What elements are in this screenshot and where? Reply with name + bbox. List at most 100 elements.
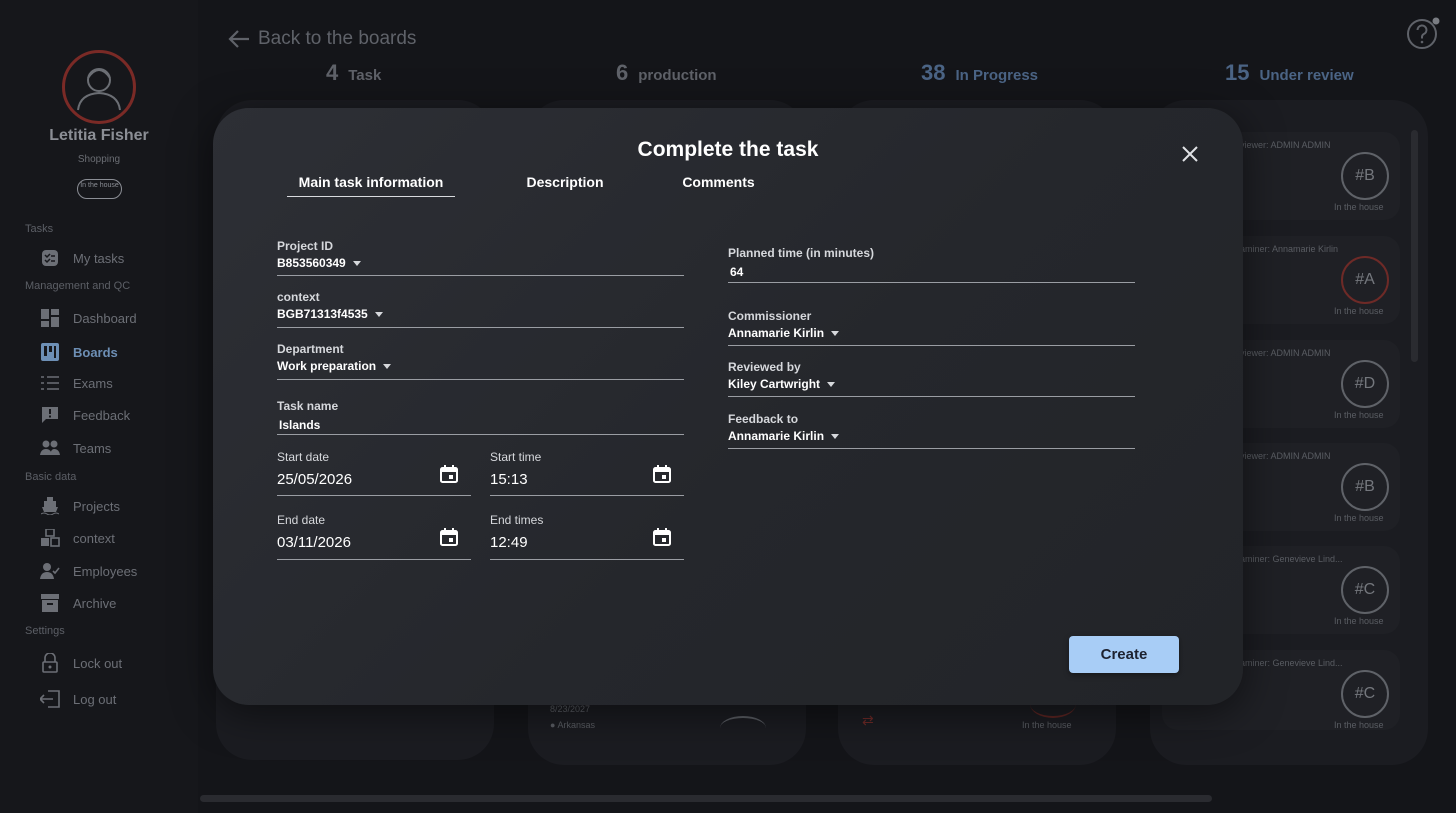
- field-value: Annamarie Kirlin: [728, 429, 825, 443]
- back-to-boards-link[interactable]: Back to the boards: [228, 28, 416, 50]
- field-value: Kiley Cartwright: [728, 377, 821, 391]
- dropdown-caret-icon: [827, 382, 836, 387]
- column-label: production: [638, 67, 717, 84]
- field-label: Project ID: [277, 239, 334, 253]
- sidebar-item-log-out[interactable]: Log out: [40, 688, 116, 710]
- calendar-icon[interactable]: [439, 464, 459, 484]
- column-count: 4: [326, 60, 339, 85]
- board-icon: [40, 342, 60, 362]
- field-label: Planned time (in minutes): [728, 246, 875, 260]
- sidebar-item-label: Employees: [73, 563, 138, 579]
- dropdown-caret-icon: [831, 331, 840, 336]
- dashboard-icon: [40, 308, 60, 328]
- help-icon[interactable]: [1406, 17, 1440, 49]
- checklist-icon: [40, 248, 60, 268]
- field-label: End times: [490, 513, 544, 527]
- column-header-under-review: 15 Under review: [1225, 60, 1354, 86]
- card-code-badge: #C: [1341, 670, 1389, 718]
- field-label: Commissioner: [728, 309, 812, 323]
- calendar-icon[interactable]: [439, 527, 459, 547]
- project-id-select[interactable]: Project ID B853560349: [277, 239, 684, 276]
- card-location: In the house: [1334, 306, 1384, 316]
- column-count: 6: [616, 60, 629, 85]
- sidebar-item-projects[interactable]: Projects: [40, 495, 120, 517]
- card-location: In the house: [1334, 513, 1384, 523]
- close-icon: [1182, 146, 1198, 162]
- feedback-to-select[interactable]: Feedback to Annamarie Kirlin: [728, 412, 1135, 449]
- horizontal-scrollbar[interactable]: [200, 795, 1212, 802]
- field-label: context: [277, 290, 320, 304]
- calendar-icon[interactable]: [652, 464, 672, 484]
- complete-task-dialog: Complete the task Main task information …: [213, 108, 1243, 705]
- ship-icon: [40, 496, 60, 516]
- close-button[interactable]: [1177, 141, 1203, 167]
- feedback-icon: [40, 405, 60, 425]
- people-icon: [40, 438, 60, 458]
- sidebar-item-label: Boards: [73, 344, 118, 360]
- user-check-icon: [40, 561, 60, 581]
- card-reviewer: aminer: Genevieve Lind...: [1240, 658, 1343, 668]
- card-code-badge: #A: [1341, 256, 1389, 304]
- card-date: 8/23/2027: [550, 704, 591, 714]
- section-basic-data: Basic data: [25, 471, 77, 483]
- sidebar-item-label: Teams: [73, 440, 112, 456]
- field-value: BGB71313f4535: [277, 307, 368, 321]
- sidebar-item-archive[interactable]: Archive: [40, 592, 116, 614]
- sidebar-item-boards[interactable]: Boards: [40, 341, 118, 363]
- sidebar-item-teams[interactable]: Teams: [40, 437, 111, 459]
- user-role: Shopping: [77, 154, 121, 165]
- card-reviewer: aminer: Annamarie Kirlin: [1240, 244, 1339, 254]
- sidebar-item-dashboard[interactable]: Dashboard: [40, 307, 137, 329]
- end-date-picker[interactable]: End date 03/11/2026: [277, 513, 471, 560]
- sync-icon: ⇄: [862, 712, 874, 728]
- card-location: In the house: [1022, 720, 1072, 730]
- section-tasks: Tasks: [25, 223, 54, 235]
- sidebar-item-my-tasks[interactable]: My tasks: [40, 247, 124, 269]
- context-select[interactable]: context BGB71313f4535: [277, 290, 684, 328]
- sidebar-item-exams[interactable]: Exams: [40, 372, 113, 394]
- reviewed-by-select[interactable]: Reviewed by Kiley Cartwright: [728, 360, 1135, 397]
- sidebar-item-feedback[interactable]: Feedback: [40, 404, 130, 426]
- column-count: 15: [1225, 60, 1250, 85]
- planned-time-input[interactable]: Planned time (in minutes) 64: [728, 246, 1135, 283]
- column-label: In Progress: [955, 67, 1039, 84]
- tab-main-task-information[interactable]: Main task information: [287, 174, 455, 197]
- sidebar-item-label: Dashboard: [73, 310, 137, 326]
- sidebar-item-context[interactable]: context: [40, 527, 115, 549]
- sidebar-item-label: Archive: [73, 595, 117, 611]
- sidebar-item-label: My tasks: [73, 250, 125, 266]
- task-name-input[interactable]: Task name Islands: [277, 399, 684, 435]
- tab-comments[interactable]: Comments: [671, 174, 766, 190]
- sidebar-item-label: Exams: [73, 375, 113, 391]
- column-label: Task: [348, 67, 382, 84]
- dropdown-caret-icon: [383, 364, 392, 369]
- column-header-in-progress: 38 In Progress: [921, 60, 1038, 86]
- sidebar-item-lock-out[interactable]: Lock out: [40, 652, 122, 674]
- card-code-badge: #B: [1341, 463, 1389, 511]
- back-link-label: Back to the boards: [258, 28, 417, 49]
- field-value: Work preparation: [277, 359, 377, 373]
- card-reviewer: viewer: ADMIN ADMIN: [1240, 348, 1331, 358]
- start-time-picker[interactable]: Start time 15:13: [490, 450, 684, 496]
- avatar[interactable]: [62, 50, 136, 124]
- list-icon: [40, 373, 60, 393]
- commissioner-select[interactable]: Commissioner Annamarie Kirlin: [728, 309, 1135, 346]
- field-label: Feedback to: [728, 412, 799, 426]
- end-time-picker[interactable]: End times 12:49: [490, 513, 684, 560]
- user-status-badge[interactable]: In the house: [77, 179, 122, 199]
- column-scrollbar[interactable]: [1411, 130, 1418, 362]
- department-select[interactable]: Department Work preparation: [277, 342, 684, 380]
- calendar-icon[interactable]: [652, 527, 672, 547]
- sidebar-item-employees[interactable]: Employees: [40, 560, 137, 582]
- card-location: In the house: [1334, 410, 1384, 420]
- sidebar-item-label: Feedback: [73, 407, 131, 423]
- logout-icon: [40, 689, 60, 709]
- sidebar-item-label: context: [73, 530, 115, 546]
- column-count: 38: [921, 60, 946, 85]
- create-button[interactable]: Create: [1069, 636, 1179, 673]
- field-value: 64: [730, 265, 744, 279]
- start-date-picker[interactable]: Start date 25/05/2026: [277, 450, 471, 496]
- field-label: Start time: [490, 450, 542, 464]
- tab-description[interactable]: Description: [513, 174, 617, 190]
- field-label: Start date: [277, 450, 330, 464]
